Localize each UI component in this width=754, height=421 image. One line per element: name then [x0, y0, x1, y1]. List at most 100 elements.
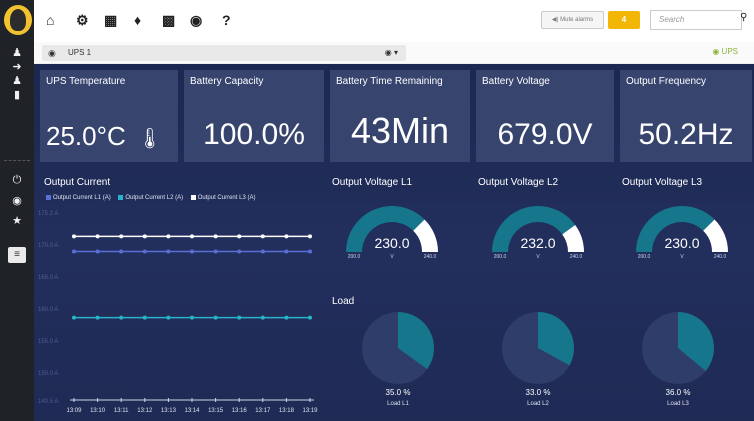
side-rail: ♟ ➜ ♟ ▮ ⏻ ◉ ★ ≡: [0, 0, 34, 421]
rail-divider: [4, 160, 30, 161]
gauge-value: 230.0: [374, 235, 409, 251]
gauge-value: 232.0: [520, 235, 555, 251]
series-point-l3: [166, 234, 171, 239]
series-point-l1: [237, 249, 242, 254]
alarm-count-badge[interactable]: 4: [608, 11, 640, 29]
card-battery-time-remaining: Battery Time Remaining 43Min: [330, 70, 470, 162]
alarm-count: 4: [621, 15, 627, 24]
device-bar: ◉ UPS 1 ◉ ▾ ◉ UPS: [34, 42, 754, 64]
y-tick-label: 140.5 A: [38, 399, 58, 405]
series-point-l3: [72, 234, 76, 239]
power-icon[interactable]: ⏻: [0, 174, 34, 187]
gauge-min: 200.0: [638, 254, 651, 260]
grid-icon[interactable]: ▦: [104, 12, 117, 29]
x-tick-label: 13:14: [184, 408, 200, 414]
series-point-l2: [166, 315, 171, 320]
series-point-l2: [284, 315, 289, 320]
mute-alarms-button[interactable]: ◀) Mute alarms: [541, 11, 604, 29]
series-point-l1: [72, 249, 76, 254]
series-point-l1: [308, 249, 312, 254]
x-tick-label: 13:11: [114, 408, 129, 414]
series-point-l1: [284, 249, 289, 254]
series-point-l1: [119, 249, 124, 254]
gauge-unit: V: [390, 254, 394, 260]
gauge-max: 240.0: [714, 254, 727, 260]
card-value: 679.0V: [497, 118, 593, 151]
gauge-max: 240.0: [570, 254, 583, 260]
series-point-l2: [72, 315, 76, 320]
device-icon[interactable]: ▮: [0, 88, 34, 101]
series-point-l3: [142, 234, 147, 239]
qr-icon[interactable]: ▩: [162, 12, 175, 29]
logout-icon[interactable]: ➜: [0, 60, 34, 73]
search-icon[interactable]: ⚲: [740, 12, 747, 23]
card-value: 25.0°C 🌡: [40, 121, 178, 152]
card-value: 100.0%: [203, 118, 305, 151]
top-toolbar: ⌂ ⚙ ▦ ♦ ▩ ◉ ? ◀) Mute alarms 4 Search ⚲: [34, 0, 754, 40]
series-point-l1: [95, 249, 100, 254]
series-point-l2: [95, 315, 100, 320]
chevron-down-icon: ◉ ▾: [384, 48, 398, 57]
search-input[interactable]: Search: [650, 10, 742, 30]
load-label-l2: Load L2: [527, 401, 549, 407]
card-label: UPS Temperature: [46, 76, 126, 87]
x-tick-label: 13:12: [137, 408, 153, 414]
load-label-l1: Load L1: [387, 401, 409, 407]
bell-icon[interactable]: ♦: [134, 12, 141, 28]
card-ups-temperature: UPS Temperature 25.0°C 🌡: [40, 70, 178, 162]
gauge-unit: V: [680, 254, 684, 260]
load-value-l2: 33.0 %: [525, 388, 551, 397]
series-point-l2: [308, 315, 312, 320]
x-tick-label: 13:13: [161, 408, 177, 414]
card-battery-capacity: Battery Capacity 100.0%: [184, 70, 324, 162]
series-point-l3: [237, 234, 242, 239]
legend-item-l3[interactable]: Output Current L3 (A): [190, 195, 255, 201]
load-label-l3: Load L3: [667, 401, 689, 407]
gauge-title-l1: Output Voltage L1: [332, 177, 413, 188]
gauge-title-l3: Output Voltage L3: [622, 177, 703, 188]
x-tick-label: 13:18: [279, 408, 295, 414]
card-value: 50.2Hz: [638, 118, 734, 151]
series-point-l3: [190, 234, 194, 239]
menu-toggle-button[interactable]: ≡: [8, 247, 26, 263]
gauge-min: 200.0: [348, 254, 361, 260]
legend-item-l2[interactable]: Output Current L2 (A): [118, 195, 183, 201]
gauge-title-l2: Output Voltage L2: [478, 177, 559, 188]
gauge-value: 230.0: [664, 235, 699, 251]
series-point-l3: [260, 234, 265, 239]
user-profile-icon[interactable]: ♟: [0, 74, 34, 87]
legend-item-l1[interactable]: Output Current L1 (A): [46, 195, 111, 201]
gear-icon[interactable]: ⚙: [76, 12, 89, 29]
device-select[interactable]: ◉ UPS 1 ◉ ▾: [42, 45, 406, 61]
series-point-l2: [142, 315, 147, 320]
series-point-l2: [119, 315, 124, 320]
series-point-l1: [260, 249, 265, 254]
card-battery-voltage: Battery Voltage 679.0V: [476, 70, 614, 162]
gauge-unit: V: [536, 254, 540, 260]
series-point-l2: [190, 315, 194, 320]
logo[interactable]: [4, 5, 32, 35]
series-point-l3: [95, 234, 100, 239]
temperature-value: 25.0°C: [46, 121, 126, 151]
y-tick-label: 170.0 A: [38, 243, 58, 249]
user-icon[interactable]: ♟: [0, 46, 34, 59]
card-output-frequency: Output Frequency 50.2Hz: [620, 70, 752, 162]
series-point-l3: [308, 234, 312, 239]
series-point-l2: [260, 315, 265, 320]
home-icon[interactable]: ⌂: [46, 12, 54, 28]
card-label: Battery Capacity: [190, 76, 264, 87]
favorites-icon[interactable]: ★: [0, 214, 34, 227]
help-icon[interactable]: ?: [222, 12, 231, 28]
device-status: ◉ UPS: [712, 47, 738, 56]
gauge-icon[interactable]: ◉: [190, 12, 202, 29]
output-current-chart: 175.2 A 170.0 A 165.0 A 160.0 A 155.0 A 150.0…: [38, 211, 318, 414]
card-label: Battery Voltage: [482, 76, 550, 87]
load-pies: [362, 312, 714, 384]
dashboard-icon[interactable]: ◉: [0, 194, 34, 207]
gauge-min: 200.0: [494, 254, 507, 260]
status-ok-icon: ◉: [712, 47, 720, 56]
series-point-l1: [213, 249, 218, 254]
y-tick-label: 175.2 A: [38, 211, 58, 217]
series-point-l1: [166, 249, 171, 254]
series-point-l1: [190, 249, 194, 254]
